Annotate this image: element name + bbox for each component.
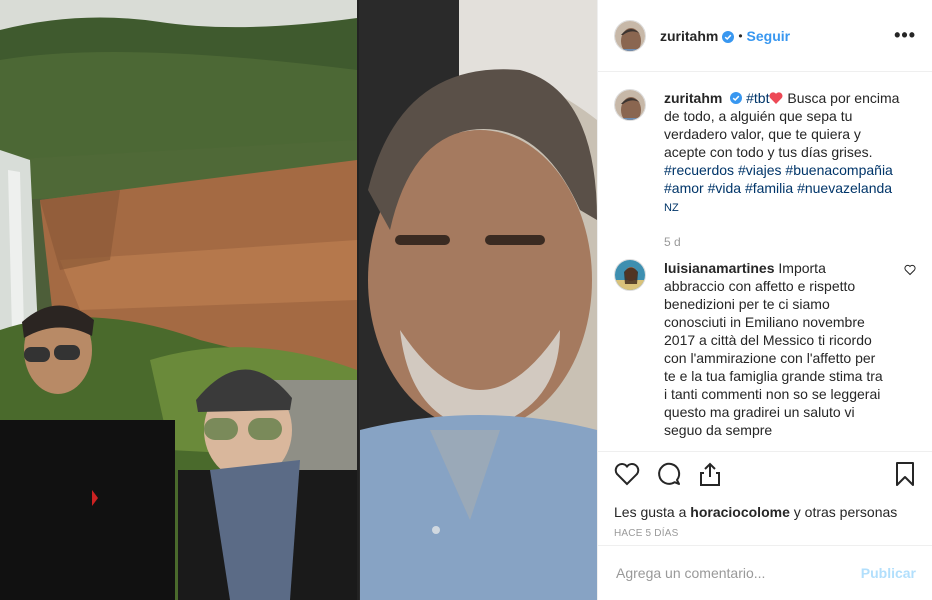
post-side-panel: zuritahm • Seguir ••• zuritahm #tbt Busc…	[597, 0, 932, 600]
follow-button[interactable]: Seguir	[747, 28, 791, 44]
share-icon[interactable]	[698, 461, 722, 492]
commenter-username[interactable]: luisianamartines	[664, 260, 775, 276]
like-heart-icon[interactable]	[614, 462, 640, 491]
caption-username[interactable]: zuritahm	[664, 90, 722, 106]
comments-list[interactable]: zuritahm #tbt Busca por encima de todo, …	[598, 73, 932, 451]
hashtag-link[interactable]: #nuevazelanda	[797, 180, 892, 196]
likes-suffix[interactable]: y otras personas	[790, 504, 898, 520]
caption-text: zuritahm #tbt Busca por encima de todo, …	[664, 89, 904, 217]
post-age[interactable]: HACE 5 DÍAS	[614, 528, 916, 539]
hashtag-link[interactable]: #recuerdos	[664, 162, 734, 178]
post-photo[interactable]	[0, 0, 597, 600]
hashtag-tbt[interactable]: #tbt	[746, 90, 769, 106]
caption-avatar[interactable]	[614, 89, 646, 121]
likes-prefix: Les gusta a	[614, 504, 691, 520]
caption-row: zuritahm #tbt Busca por encima de todo, …	[614, 89, 916, 217]
likes-summary: Les gusta a horaciocolome y otras person…	[614, 504, 916, 520]
author-avatar[interactable]	[614, 19, 646, 52]
commenter-avatar[interactable]	[614, 259, 646, 291]
hashtag-link[interactable]: #viajes	[738, 162, 782, 178]
comment-body: Importa abbraccio con affetto e rispetto…	[664, 260, 883, 438]
comment-like-heart-icon[interactable]	[904, 263, 916, 281]
post-header: zuritahm • Seguir •••	[598, 0, 932, 72]
post-photo-collage	[0, 0, 597, 600]
red-heart-icon	[769, 90, 783, 106]
add-comment-bar: Publicar	[598, 545, 932, 600]
comment-icon[interactable]	[656, 461, 682, 492]
comment-input[interactable]	[614, 564, 861, 582]
comment-row: luisianamartines Importa abbraccio con a…	[614, 259, 916, 439]
author-username[interactable]: zuritahm	[660, 28, 718, 44]
location-code[interactable]: NZ	[664, 202, 679, 214]
likes-user[interactable]: horaciocolome	[690, 504, 790, 520]
caption-timestamp[interactable]: 5 d	[664, 235, 916, 249]
more-options-icon[interactable]: •••	[894, 25, 916, 46]
hashtag-link[interactable]: #vida	[708, 180, 741, 196]
post-actions: Les gusta a horaciocolome y otras person…	[598, 451, 932, 545]
separator-dot: •	[738, 28, 743, 43]
hashtag-link[interactable]: #buenacompañia	[785, 162, 892, 178]
action-icons	[614, 461, 916, 492]
hashtag-link[interactable]: #familia	[745, 180, 793, 196]
hashtag-link[interactable]: #amor	[664, 180, 704, 196]
comment-text: luisianamartines Importa abbraccio con a…	[664, 259, 886, 439]
bookmark-icon[interactable]	[894, 461, 916, 492]
verified-icon	[730, 90, 743, 104]
publish-button[interactable]: Publicar	[861, 565, 916, 581]
verified-icon	[722, 30, 735, 43]
